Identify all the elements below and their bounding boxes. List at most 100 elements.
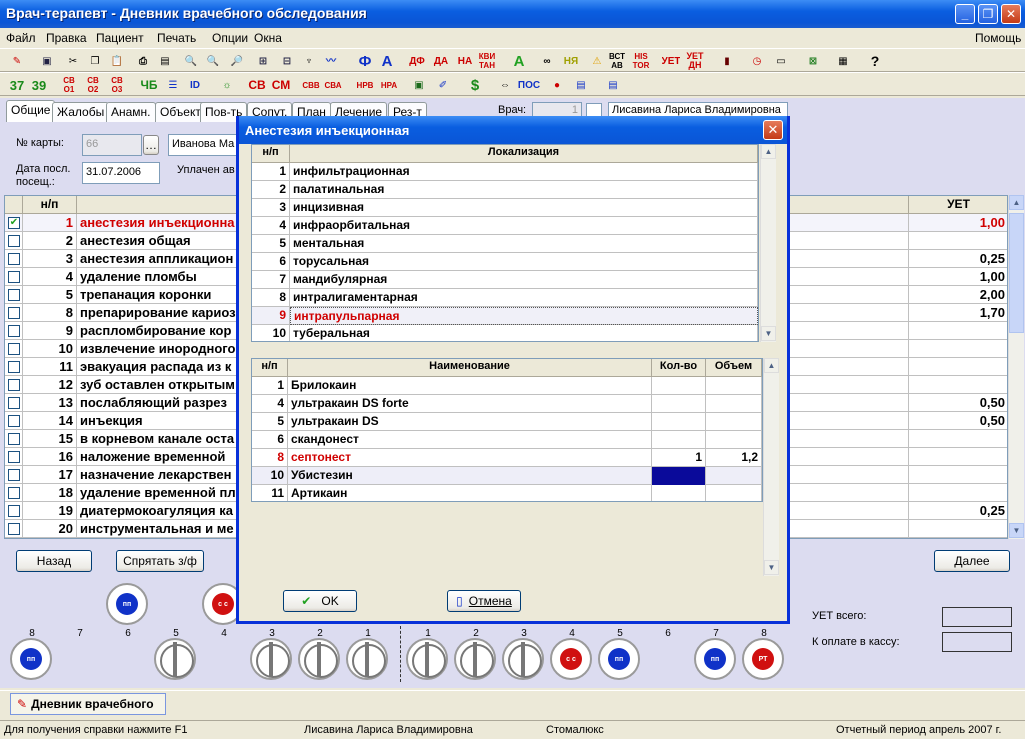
svv-icon[interactable]: СВВ [302, 76, 320, 94]
dialog-close-icon[interactable]: ✕ [763, 120, 783, 140]
drug-header-qty[interactable]: Кол-во [652, 359, 706, 377]
monitor-icon[interactable]: ▣ [410, 76, 428, 94]
phi-icon[interactable]: Ф [356, 52, 374, 70]
row-checkbox[interactable] [8, 235, 20, 247]
copy-icon[interactable]: ❐ [86, 52, 104, 70]
nya-icon[interactable]: НЯ [562, 52, 580, 70]
hide-button[interactable]: Спрятать з/ф [116, 550, 204, 572]
chb-icon[interactable]: ЧБ [140, 76, 158, 94]
list-item[interactable]: 11 Артикаин [252, 485, 762, 501]
patient-name-field[interactable]: Иванова Ма [168, 134, 238, 156]
list-icon[interactable]: ☰ [164, 76, 182, 94]
tooth[interactable] [298, 638, 340, 680]
localization-scrollbar[interactable]: ▲ ▼ [760, 144, 776, 342]
grid-icon-2[interactable]: ⊟ [278, 52, 296, 70]
row-checkbox[interactable] [8, 505, 20, 517]
card-number-field[interactable]: 66 [82, 134, 142, 156]
grid-icon-1[interactable]: ⊞ [254, 52, 272, 70]
drug-volume[interactable] [706, 377, 762, 395]
sv01-icon[interactable]: СВ О1 [60, 76, 78, 94]
drug-volume[interactable] [706, 395, 762, 413]
list-item[interactable]: 9 интрапульпарная [252, 307, 758, 325]
drug-header-vol[interactable]: Объем [706, 359, 762, 377]
list-item[interactable]: 1 инфильтрационная [252, 163, 758, 181]
pen-icon[interactable]: ✎ [8, 52, 26, 70]
doc-icon[interactable]: ▤ [604, 76, 622, 94]
save-icon[interactable]: ▣ [38, 52, 56, 70]
task-window-button[interactable]: ✎ Дневник врачебного [10, 693, 166, 715]
tooth[interactable] [250, 638, 292, 680]
id-icon[interactable]: ID [186, 76, 204, 94]
row-checkbox[interactable] [8, 415, 20, 427]
tooth[interactable]: пп [106, 583, 148, 625]
drug-qty[interactable] [652, 377, 706, 395]
list-item[interactable]: 5 ментальная [252, 235, 758, 253]
scroll-down-icon[interactable]: ▼ [1009, 523, 1024, 538]
drug-qty[interactable] [652, 467, 706, 485]
print-icon[interactable]: ⎙ [134, 52, 152, 70]
list-item[interactable]: 6 скандонест [252, 431, 762, 449]
menu-file[interactable]: Файл [6, 31, 36, 45]
row-checkbox[interactable] [8, 433, 20, 445]
menu-options[interactable]: Опции [212, 31, 248, 45]
find-next-icon[interactable]: 🔍 [204, 52, 222, 70]
df-icon[interactable]: ДФ [408, 52, 426, 70]
sv02-icon[interactable]: СВ О2 [84, 76, 102, 94]
row-checkbox[interactable] [8, 469, 20, 481]
warning-icon[interactable]: ⚠ [588, 52, 606, 70]
restore-button[interactable]: ❐ [978, 4, 998, 24]
list-item[interactable]: 4 инфраорбитальная [252, 217, 758, 235]
sv03-icon[interactable]: СВ О3 [108, 76, 126, 94]
vst-av-icon[interactable]: ВСТ АВ [608, 52, 626, 70]
drug-qty[interactable] [652, 413, 706, 431]
drug-qty[interactable]: 1 [652, 449, 706, 467]
header-np[interactable]: н/п [23, 196, 77, 214]
loc-header-np[interactable]: н/п [252, 145, 290, 163]
tooth[interactable]: пп [598, 638, 640, 680]
find-icon[interactable]: 🔍 [182, 52, 200, 70]
list-item[interactable]: 10 туберальная [252, 325, 758, 341]
list-item[interactable]: 6 торусальная [252, 253, 758, 271]
list-item[interactable]: 7 мандибулярная [252, 271, 758, 289]
menu-patient[interactable]: Пациент [96, 31, 144, 45]
sva-icon[interactable]: СВА [324, 76, 342, 94]
tooth[interactable]: с с [550, 638, 592, 680]
preview-icon[interactable]: ▤ [156, 52, 174, 70]
tooth[interactable]: пп [694, 638, 736, 680]
drug-scroll-down-icon[interactable]: ▼ [764, 560, 779, 575]
paste-icon[interactable]: 📋 [108, 52, 126, 70]
drug-scroll-up-icon[interactable]: ▲ [764, 358, 779, 373]
find-red-icon[interactable]: 🔎 [228, 52, 246, 70]
list-item[interactable]: 10 Убистезин [252, 467, 762, 485]
history-icon[interactable]: HIS TOR [632, 52, 650, 70]
main-scrollbar[interactable]: ▲ ▼ [1008, 195, 1024, 539]
tooth[interactable] [454, 638, 496, 680]
menu-help[interactable]: Помощь [975, 31, 1021, 45]
row-checkbox[interactable] [8, 451, 20, 463]
sv-icon[interactable]: СВ [248, 76, 266, 94]
list-item[interactable]: 3 инцизивная [252, 199, 758, 217]
list-item[interactable]: 8 интралигаментарная [252, 289, 758, 307]
row-checkbox[interactable] [8, 325, 20, 337]
tooth[interactable] [154, 638, 196, 680]
kvitan-icon[interactable]: КВИ ТАН [478, 52, 496, 70]
drug-qty[interactable] [652, 431, 706, 449]
tooth-icon[interactable]: ♆ [300, 52, 318, 70]
green-a-icon[interactable]: A [510, 52, 528, 70]
drug-header-np[interactable]: н/п [252, 359, 288, 377]
pos-icon[interactable]: ПОС [518, 76, 540, 94]
scroll-up-icon[interactable]: ▲ [1009, 195, 1024, 210]
list-item[interactable]: 1 Брилокаин [252, 377, 762, 395]
row-checkbox[interactable] [8, 307, 20, 319]
menu-windows[interactable]: Окна [254, 31, 282, 45]
last-visit-field[interactable]: 31.07.2006 [82, 162, 160, 184]
glasses-icon[interactable]: ∞ [538, 52, 556, 70]
drug-volume[interactable] [706, 431, 762, 449]
next-button[interactable]: Далее [934, 550, 1010, 572]
loc-scroll-down-icon[interactable]: ▼ [761, 326, 776, 341]
row-checkbox[interactable] [8, 487, 20, 499]
apple-icon[interactable]: ● [548, 76, 566, 94]
dollar-icon[interactable]: $ [466, 76, 484, 94]
help-icon[interactable]: ? [866, 52, 884, 70]
list-item[interactable]: 2 палатинальная [252, 181, 758, 199]
